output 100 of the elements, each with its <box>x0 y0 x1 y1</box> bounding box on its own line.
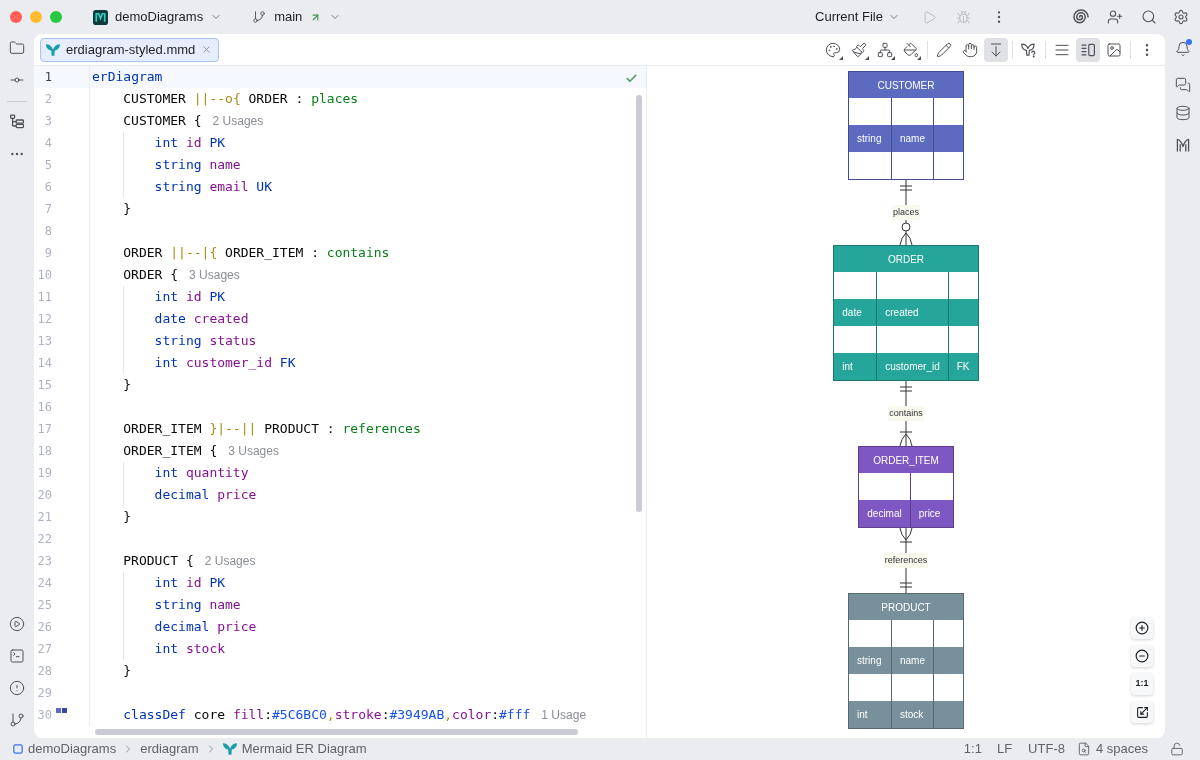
entity-header: ORDER_ITEM <box>859 447 953 473</box>
connector-line <box>905 420 907 447</box>
line-number: 19 <box>36 465 52 482</box>
code-line: } <box>122 508 132 526</box>
line-number: 5 <box>43 157 52 174</box>
horizontal-scrollbar[interactable] <box>95 729 578 735</box>
paintbrush-icon <box>851 41 867 58</box>
line-number: 13 <box>36 333 52 350</box>
actual-size-button[interactable]: 1:1 <box>1131 673 1153 695</box>
entity-table[interactable]: ORDER date created int customer_id FK <box>833 245 979 381</box>
line-number: 20 <box>36 487 52 504</box>
search-icon <box>1141 9 1157 25</box>
connector-line <box>905 179 907 206</box>
no-problems-check-icon[interactable] <box>625 72 638 85</box>
dropdown-corner-icon <box>917 55 921 60</box>
line-number: 3 <box>43 113 52 130</box>
entity-table[interactable]: PRODUCT string name int stock <box>848 593 964 729</box>
bug-icon <box>955 9 971 25</box>
fish-tail-question-icon <box>1021 41 1037 58</box>
project-selector[interactable]: demoDiagrams <box>91 4 225 30</box>
code-line: ORDER_ITEM }|--|| PRODUCT : references <box>122 420 421 438</box>
document-search-icon <box>1076 742 1091 756</box>
indent-setting[interactable]: 4 spaces <box>1076 739 1148 759</box>
line-number: 29 <box>36 685 52 702</box>
usages-hint[interactable]: 2 Usages <box>212 112 264 130</box>
entity-table[interactable]: ORDER_ITEM decimal price <box>858 446 954 528</box>
code-line: ORDER_ITEM { <box>122 442 218 460</box>
attribute-cell: name <box>892 125 934 152</box>
usages-hint[interactable]: 3 Usages <box>189 266 240 284</box>
attribute-cell: decimal <box>859 500 911 527</box>
caret-position[interactable]: 1:1 <box>963 739 982 759</box>
usages-hint[interactable]: 3 Usages <box>228 442 279 460</box>
connector-line <box>905 527 907 554</box>
line-number: 26 <box>36 619 52 636</box>
dropdown-corner-icon <box>891 55 895 60</box>
file-tab[interactable]: erdiagram-styled.mmd <box>40 37 220 62</box>
hierarchy-icon <box>877 41 893 58</box>
branch-icon <box>9 712 25 728</box>
paint-bucket-icon <box>903 41 919 58</box>
code-line: CUSTOMER { <box>122 112 202 130</box>
code-line: classDef core fill:#5C6BC0,stroke:#3949AB,color:#fff <box>122 706 531 724</box>
line-number: 21 <box>36 509 52 526</box>
zoom-in-button[interactable] <box>1131 617 1153 639</box>
code-line: } <box>122 200 132 218</box>
database-icon <box>1174 105 1191 121</box>
folder-icon <box>9 40 25 56</box>
code-line: } <box>122 376 132 394</box>
entity-table[interactable]: CUSTOMER string name <box>848 71 964 180</box>
code-line: ORDER ||--|{ ORDER_ITEM : contains <box>122 244 390 262</box>
split-view-icon <box>1080 41 1096 58</box>
zoom-out-button[interactable] <box>1131 645 1153 667</box>
breadcrumb[interactable]: erdiagram <box>140 739 199 759</box>
line-number: 25 <box>36 597 52 614</box>
vertical-scrollbar[interactable] <box>636 95 642 512</box>
editor-and-preview-button[interactable] <box>1076 37 1100 62</box>
attribute-cell: string <box>849 647 892 674</box>
line-number: 30 <box>36 707 52 724</box>
line-number: 2 <box>43 91 52 108</box>
terminal-icon <box>9 648 25 664</box>
line-number: 16 <box>36 399 52 416</box>
branch-selector[interactable]: main <box>250 4 344 30</box>
entity-header: CUSTOMER <box>849 72 963 98</box>
line-number: 15 <box>36 377 52 394</box>
relationship-label: references <box>883 553 929 568</box>
bell-icon <box>1174 41 1191 57</box>
line-number: 23 <box>36 553 52 570</box>
attribute-cell: FK <box>948 353 978 380</box>
close-icon[interactable] <box>201 44 213 55</box>
connector-line <box>905 219 907 246</box>
usages-hint[interactable]: 2 Usages <box>204 552 256 570</box>
attribute-cell: name <box>892 647 934 674</box>
project-logo-icon <box>93 9 108 25</box>
fit-to-window-button[interactable] <box>1131 701 1153 723</box>
breadcrumb[interactable]: demoDiagrams <box>13 739 117 759</box>
run-configuration-selector[interactable]: Current File <box>813 4 902 30</box>
code-line: } <box>122 662 132 680</box>
line-separator[interactable]: LF <box>996 739 1013 759</box>
code-line: ORDER { <box>122 266 179 284</box>
hand-icon <box>962 41 978 58</box>
close-window-icon[interactable] <box>10 11 22 23</box>
file-encoding[interactable]: UTF-8 <box>1028 739 1065 759</box>
fit-to-window-icon <box>1135 705 1149 719</box>
breadcrumb[interactable]: Mermaid ER Diagram <box>222 739 367 759</box>
chat-bubbles-icon <box>1174 77 1191 93</box>
relationship-label: contains <box>888 406 924 421</box>
structure-icon <box>9 114 25 130</box>
play-icon <box>921 9 937 25</box>
auto-scroll-button[interactable] <box>984 37 1008 62</box>
attribute-cell: stock <box>892 701 934 728</box>
dropdown-corner-icon <box>865 55 869 60</box>
line-number: 6 <box>43 179 52 196</box>
branch-icon <box>252 10 267 24</box>
line-number: 28 <box>36 663 52 680</box>
attribute-cell: date <box>834 299 878 326</box>
line-number: 11 <box>36 289 52 306</box>
module-square-icon <box>13 744 23 754</box>
attribute-cell: price <box>910 500 953 527</box>
connector-line <box>905 567 907 594</box>
line-number: 22 <box>36 531 52 548</box>
usages-hint[interactable]: 1 Usage <box>541 706 587 724</box>
